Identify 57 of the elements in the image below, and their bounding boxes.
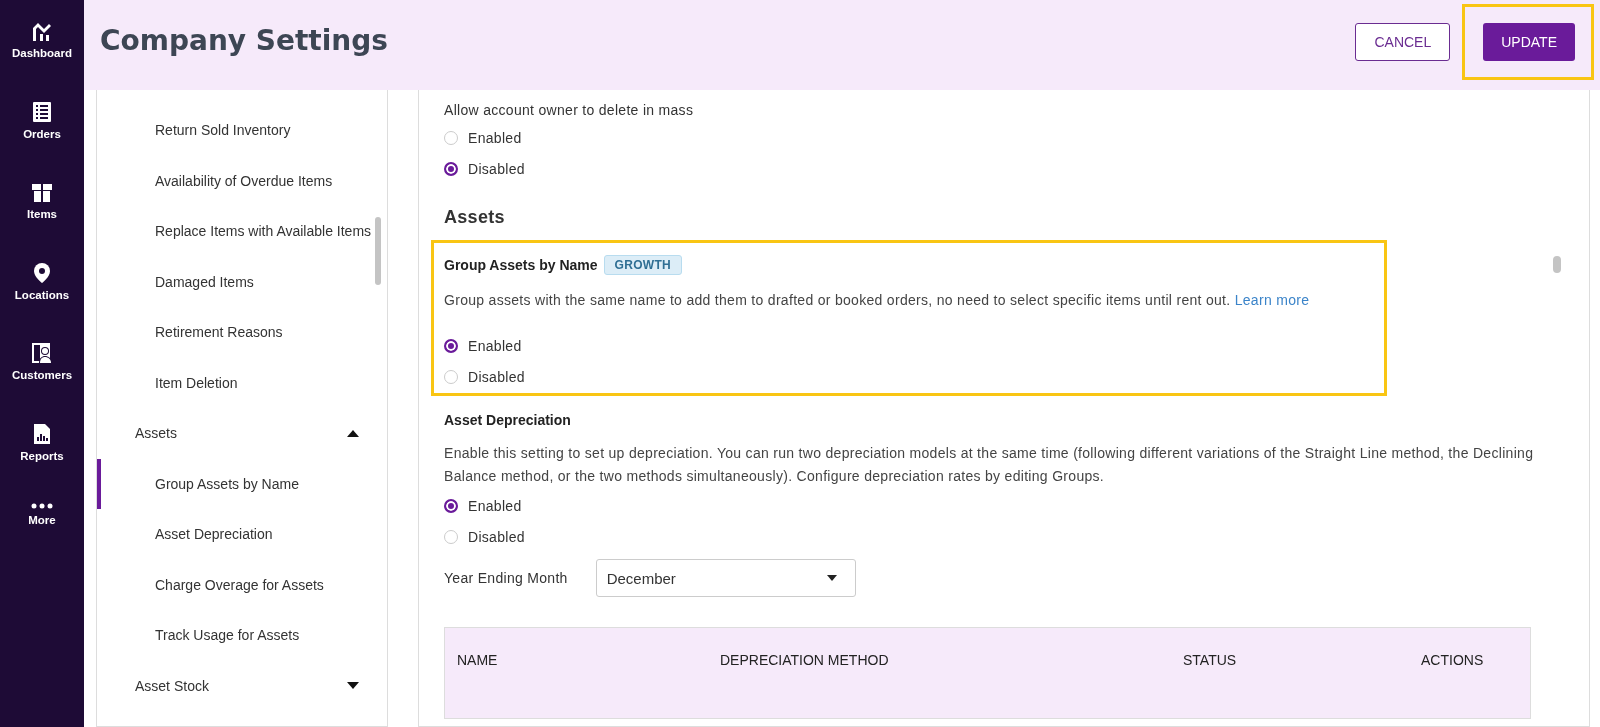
caret-icon (347, 682, 359, 690)
setting-label: Allow account owner to delete in mass (444, 102, 695, 118)
radio-button[interactable] (444, 339, 458, 353)
menu-item[interactable]: Item Deletion (97, 357, 387, 408)
radio-button[interactable] (444, 499, 458, 513)
setting-title: Asset Depreciation (444, 412, 572, 428)
radio-option[interactable]: Disabled (444, 159, 1565, 179)
nav-item[interactable]: Customers (11, 342, 73, 423)
clipboard-icon (32, 100, 52, 123)
scrollbar-thumb[interactable] (1553, 256, 1561, 273)
menu-item[interactable]: Return Sold Inventory (97, 105, 387, 156)
gift-icon (31, 181, 53, 203)
location-pin-icon (33, 261, 51, 284)
learn-more-link[interactable]: Learn more (1234, 292, 1310, 308)
report-icon (33, 422, 51, 445)
menu-item[interactable]: Asset Depreciation (97, 509, 387, 560)
nav-item[interactable]: Dashboard (11, 20, 73, 101)
setting-description: Group assets with the same name to add them to drafted or booked orders, no need to select specific items until rent out. Learn more (444, 291, 1311, 310)
radio-button[interactable] (444, 162, 458, 176)
nav-item[interactable]: Items (26, 181, 57, 262)
menu-item[interactable]: Replace Items with Available Items (97, 206, 387, 257)
menu-item[interactable]: Group Assets by Name (97, 458, 387, 509)
field-label: Year Ending Month (444, 570, 568, 586)
column-header: STATUS (1183, 652, 1238, 668)
page-title: Company Settings (100, 24, 388, 57)
setting-description: Enable this setting to set up depreciation. You can run two depreciation models at the same time (following different variations of the Straight Line method, the Declining Balance method, or the two methods simultaneously). Configure depreciation rates by editing Groups. (444, 444, 1535, 486)
plan-badge: GROWTH (603, 255, 682, 275)
menu-item[interactable]: Damaged Items (97, 256, 387, 307)
menu-item[interactable]: Availability of Overdue Items (97, 155, 387, 206)
nav-item[interactable]: Orders (23, 100, 61, 181)
cancel-button[interactable]: CANCEL (1355, 23, 1451, 61)
nav-item[interactable]: Locations (14, 261, 70, 342)
menu-item[interactable]: Charge Overage for Assets (97, 559, 387, 610)
column-header: ACTIONS (1421, 652, 1485, 668)
month-dropdown[interactable]: December (595, 559, 856, 597)
menu-group[interactable]: Assets (97, 408, 387, 459)
menu-item[interactable]: Retirement Reasons (97, 307, 387, 358)
caret-icon (826, 575, 837, 581)
radio-option[interactable]: Disabled (444, 527, 1565, 547)
contact-card-icon (31, 342, 53, 364)
setting-title: Group Assets by Name (444, 257, 598, 273)
column-header: DEPRECIATION METHOD (720, 652, 890, 668)
radio-option[interactable]: Enabled (444, 336, 1374, 356)
chart-icon (31, 20, 53, 42)
radio-option[interactable]: Enabled (444, 128, 1565, 148)
update-button[interactable]: UPDATE (1483, 23, 1575, 61)
scrollbar-thumb[interactable] (375, 217, 381, 285)
nav-item[interactable]: Reports (20, 422, 64, 503)
caret-icon (347, 429, 359, 437)
section-heading: Assets (444, 207, 506, 228)
radio-option[interactable]: Disabled (444, 367, 1374, 387)
nav-item[interactable]: More (28, 503, 56, 584)
menu-item[interactable]: Track Usage for Assets (97, 610, 387, 661)
menu-group[interactable]: Asset Stock (97, 660, 387, 711)
radio-option[interactable]: Enabled (444, 496, 1565, 516)
more-icon (31, 503, 53, 509)
column-header: NAME (457, 652, 499, 668)
